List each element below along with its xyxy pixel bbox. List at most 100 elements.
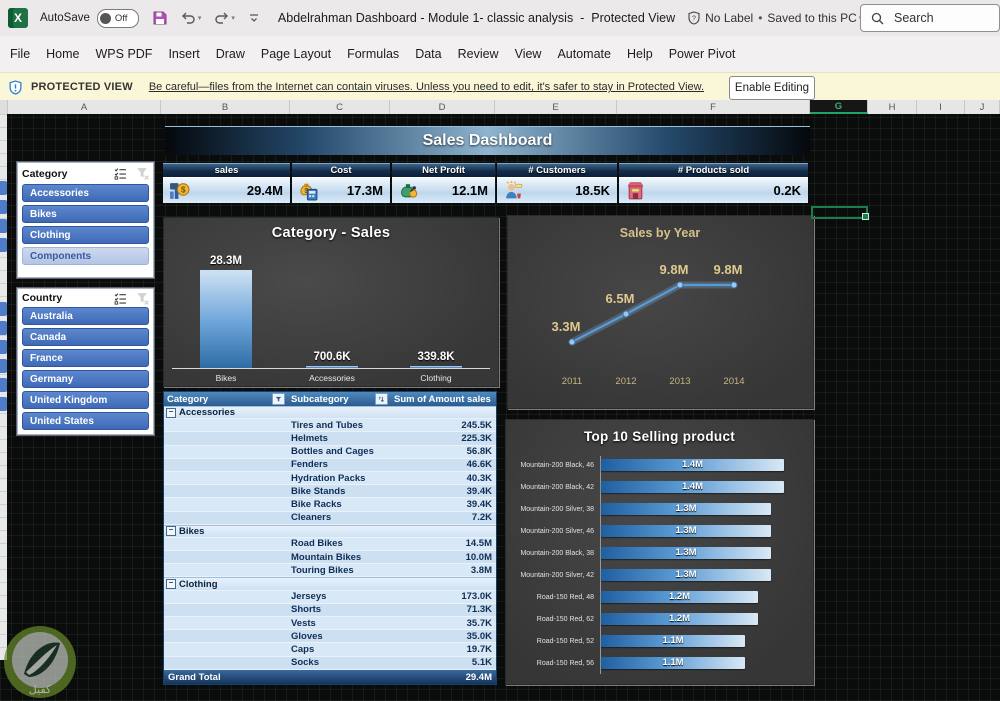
category-sales-chart[interactable]: Category - Sales 28.3M Bikes 700.6K Accesso…: [163, 217, 499, 387]
enable-editing-button[interactable]: Enable Editing: [729, 76, 815, 100]
svg-text:$: $: [181, 185, 186, 195]
pivot-item-row[interactable]: Shorts 71.3K: [164, 603, 496, 617]
pivot-item-row[interactable]: Cleaners 7.2K: [164, 511, 496, 525]
select-all-corner[interactable]: [0, 100, 8, 114]
clear-filter-icon[interactable]: [132, 167, 149, 180]
pivot-item-row[interactable]: Bike Racks 39.4K: [164, 498, 496, 512]
pivot-item-row[interactable]: Road Bikes 14.5M: [164, 537, 496, 552]
column-header-b[interactable]: B: [161, 100, 290, 114]
category-slicer[interactable]: Category Accessories Bikes Clothing Componen…: [17, 162, 154, 278]
menu-tab-data[interactable]: Data: [407, 47, 449, 61]
column-header-c[interactable]: C: [290, 100, 390, 114]
kpi-row: sales $29.4M Cost $17.3M Net Profit 12.1M # Cu…: [163, 163, 808, 203]
column-header-i[interactable]: I: [917, 100, 965, 114]
save-location-label: Saved to this PC: [767, 11, 857, 25]
column-header-d[interactable]: D: [390, 100, 495, 114]
pivot-item-row[interactable]: Vests 35.7K: [164, 617, 496, 631]
column-header-g[interactable]: G: [810, 100, 868, 114]
kpi-card-customers[interactable]: # Customers 18.5K: [497, 163, 617, 203]
collapse-icon[interactable]: −: [166, 407, 176, 418]
slicer-item-bikes[interactable]: Bikes: [22, 205, 149, 223]
redo-button[interactable]: ▾: [214, 11, 235, 25]
quick-access-menu-icon[interactable]: [248, 13, 260, 24]
menu-tab-automate[interactable]: Automate: [549, 47, 619, 61]
pivot-item-row[interactable]: Gloves 35.0K: [164, 630, 496, 644]
kpi-card-sales[interactable]: sales $29.4M: [163, 163, 290, 203]
slicer-item-accessories[interactable]: Accessories: [22, 184, 149, 202]
search-box[interactable]: [860, 4, 1000, 32]
search-input[interactable]: [892, 10, 986, 26]
menu-tab-power-pivot[interactable]: Power Pivot: [661, 47, 744, 61]
pivot-item-row[interactable]: Jerseys 173.0K: [164, 590, 496, 604]
menu-tab-insert[interactable]: Insert: [160, 47, 207, 61]
pivot-item-row[interactable]: Hydration Packs 40.3K: [164, 471, 496, 486]
slicer-item-united-kingdom[interactable]: United Kingdom: [22, 391, 149, 409]
slicer-item-france[interactable]: France: [22, 349, 149, 367]
document-status[interactable]: ? No Label • Saved to this PC ▾: [687, 11, 862, 25]
redo-dropdown-icon[interactable]: ▾: [231, 14, 235, 22]
save-icon[interactable]: [152, 10, 168, 26]
menu-tab-draw[interactable]: Draw: [208, 47, 253, 61]
autosave-label: AutoSave: [40, 12, 90, 24]
fill-handle[interactable]: [862, 213, 869, 220]
pivot-item-row[interactable]: Bottles and Cages 56.8K: [164, 445, 496, 459]
top10-selling-chart[interactable]: Top 10 Selling product Mountain-200 Blac…: [505, 419, 814, 685]
pivot-item-row[interactable]: Touring Bikes 3.8M: [164, 564, 496, 578]
menu-tab-file[interactable]: File: [2, 47, 38, 61]
kpi-card-products-sold[interactable]: # Products sold 0.2K: [619, 163, 808, 203]
menu-tab-help[interactable]: Help: [619, 47, 661, 61]
worksheet[interactable]: Sales Dashboard sales $29.4M Cost $17.3M Net…: [0, 114, 1000, 701]
column-header-j[interactable]: J: [965, 100, 1000, 114]
pivot-group-row-clothing[interactable]: − Clothing: [164, 577, 496, 591]
kpi-card-cost[interactable]: Cost $17.3M: [292, 163, 390, 203]
kpi-card-net-profit[interactable]: Net Profit 12.1M: [392, 163, 495, 203]
country-slicer[interactable]: Country Australia Canada France Germany Unite…: [17, 288, 154, 435]
slicer-item-components[interactable]: Components: [22, 247, 149, 265]
pivot-table[interactable]: Category Subcategory Sum of Amount sales…: [163, 391, 497, 685]
pivot-item-row[interactable]: Caps 19.7K: [164, 643, 496, 657]
menu-tab-formulas[interactable]: Formulas: [339, 47, 407, 61]
pivot-item-row[interactable]: Tires and Tubes 245.5K: [164, 419, 496, 433]
menu-tab-wps-pdf[interactable]: WPS PDF: [88, 47, 161, 61]
collapse-icon[interactable]: −: [166, 526, 176, 537]
pivot-group-row-bikes[interactable]: − Bikes: [164, 524, 496, 538]
chart-title: Sales by Year: [620, 226, 701, 240]
slicer-item-canada[interactable]: Canada: [22, 328, 149, 346]
pivot-group-row-accessories[interactable]: − Accessories: [164, 406, 496, 420]
collapse-icon[interactable]: −: [166, 579, 176, 590]
slicer-item-clothing[interactable]: Clothing: [22, 226, 149, 244]
pivot-item-row[interactable]: Helmets 225.3K: [164, 432, 496, 446]
column-header-e[interactable]: E: [495, 100, 617, 114]
menu-tab-view[interactable]: View: [507, 47, 550, 61]
pivot-item-row[interactable]: Fenders 46.6K: [164, 458, 496, 472]
column-header-f[interactable]: F: [617, 100, 810, 114]
menu-tab-home[interactable]: Home: [38, 47, 87, 61]
multi-select-icon[interactable]: [110, 292, 127, 305]
category-filter-button[interactable]: [272, 393, 285, 405]
protected-view-message[interactable]: Be careful—files from the Internet can c…: [149, 81, 704, 93]
kpi-label: sales: [163, 163, 290, 177]
x-axis-line: [172, 368, 490, 369]
undo-dropdown-icon[interactable]: ▾: [198, 14, 202, 22]
slicer-item-united-states[interactable]: United States: [22, 412, 149, 430]
slicer-item-germany[interactable]: Germany: [22, 370, 149, 388]
selected-cell[interactable]: [811, 206, 869, 220]
pivot-item-row[interactable]: Mountain Bikes 10.0M: [164, 551, 496, 565]
top10-bar-mountain-200-silver-42: 1.3M: [601, 569, 771, 581]
slicer-item-australia[interactable]: Australia: [22, 307, 149, 325]
column-header-a[interactable]: A: [8, 100, 161, 114]
pivot-subcategory: Touring Bikes: [291, 564, 354, 576]
undo-button[interactable]: ▾: [181, 11, 202, 25]
autosave-toggle[interactable]: Off: [96, 8, 139, 28]
pivot-item-row[interactable]: Socks 5.1K: [164, 656, 496, 670]
clear-filter-icon[interactable]: [132, 292, 149, 305]
pivot-item-row[interactable]: Bike Stands 39.4K: [164, 485, 496, 499]
sales-by-year-chart[interactable]: Sales by Year 3.3M 2011 6.5M 2012 9.8M 2013 9.8…: [507, 215, 814, 409]
menu-tab-review[interactable]: Review: [450, 47, 507, 61]
multi-select-icon[interactable]: [110, 167, 127, 180]
subcategory-sort-button[interactable]: [375, 393, 388, 405]
top10-row: Road-150 Red, 62 1.2M: [506, 608, 813, 630]
pivot-group-name: Clothing: [179, 578, 218, 590]
column-header-h[interactable]: H: [868, 100, 917, 114]
menu-tab-page-layout[interactable]: Page Layout: [253, 47, 339, 61]
